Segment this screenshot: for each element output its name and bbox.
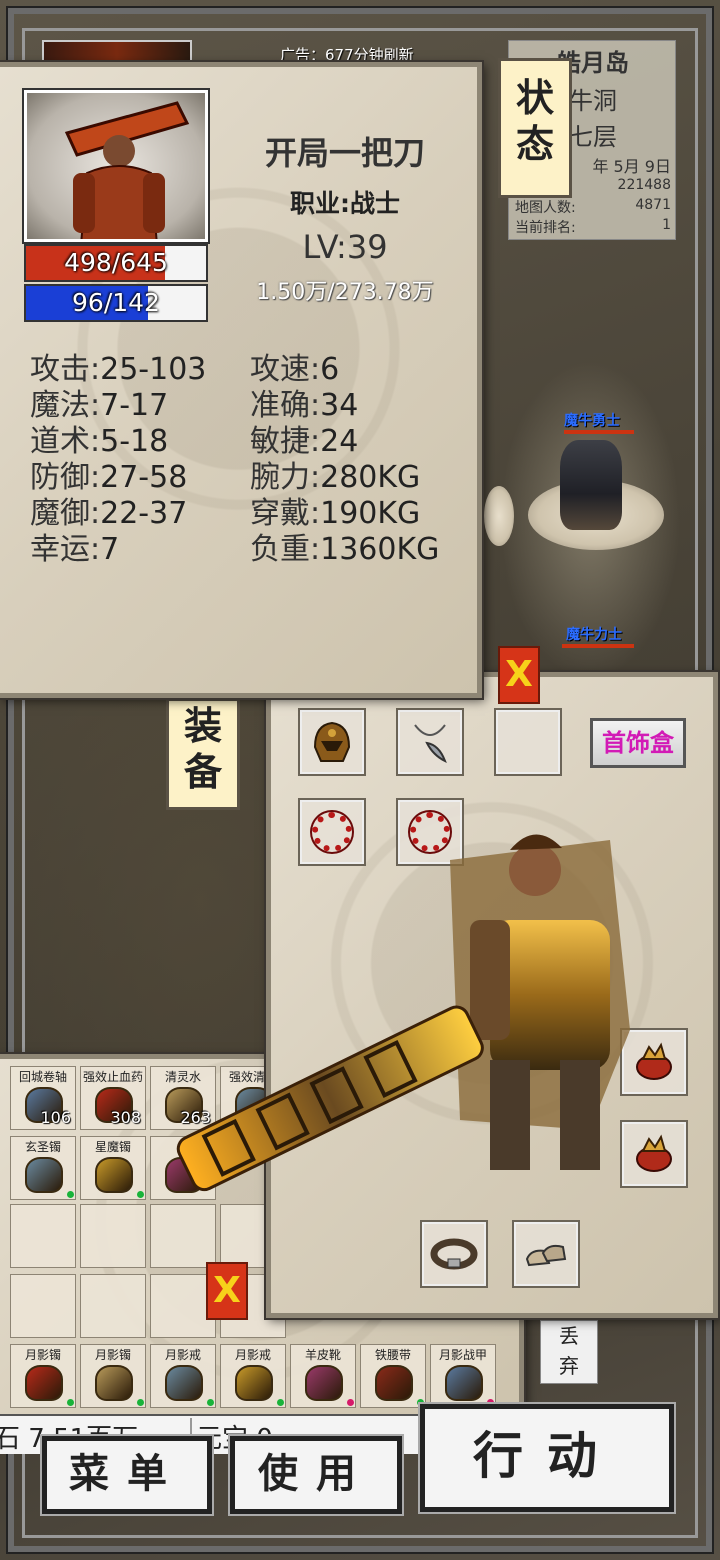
item-quality-dot: [347, 1399, 354, 1406]
inventory-slot[interactable]: 月影战甲: [430, 1344, 496, 1408]
inventory-item-name: 月影镯: [94, 1348, 131, 1362]
inventory-item-name: 星魔镯: [94, 1140, 131, 1154]
inventory-item-name: 玄圣镯: [24, 1140, 61, 1154]
inventory-slot[interactable]: [150, 1204, 216, 1268]
inventory-slot[interactable]: 月影戒: [150, 1344, 216, 1408]
item-quality-dot: [137, 1191, 144, 1198]
helmet-icon: [313, 721, 351, 762]
equipment-tab[interactable]: 装备: [166, 698, 240, 810]
item-quality-dot: [67, 1399, 74, 1406]
item-icon: [445, 1365, 483, 1401]
jewel-box-button[interactable]: 首饰盒: [590, 718, 686, 768]
inventory-slot[interactable]: [10, 1204, 76, 1268]
map-row-players: 地图人数: 4871: [515, 197, 671, 216]
monster-platform-2: [484, 486, 514, 546]
inventory-slot[interactable]: [10, 1274, 76, 1338]
inventory-slot[interactable]: 羊皮靴: [290, 1344, 356, 1408]
character-level: LV:39: [302, 228, 388, 266]
item-icon: [25, 1157, 63, 1193]
inventory-close-button[interactable]: X: [206, 1262, 248, 1320]
inventory-slot[interactable]: 玄圣镯: [10, 1136, 76, 1200]
stat-row: 幸运:7: [30, 532, 120, 567]
boots-icon: [525, 1244, 567, 1267]
inventory-slot[interactable]: 星魔镯: [80, 1136, 146, 1200]
map-row-rank: 当前排名: 1: [515, 217, 671, 236]
inventory-slot[interactable]: 回城卷轴 106: [10, 1066, 76, 1130]
inventory-slot[interactable]: 强效止血药 308: [80, 1066, 146, 1130]
stat-row: 负重:1360KG: [250, 532, 440, 567]
menu-button[interactable]: 菜单: [40, 1434, 214, 1516]
item-icon: [25, 1365, 63, 1401]
character-exp: 1.50万/273.78万: [256, 280, 434, 305]
equip-slot-empty[interactable]: [494, 708, 562, 776]
status-tab[interactable]: 状态: [498, 58, 572, 198]
equip-slot-belt[interactable]: [420, 1220, 488, 1288]
inventory-slot[interactable]: 月影镯: [10, 1344, 76, 1408]
mp-bar: 96/142: [24, 284, 208, 322]
inventory-item-name: 月影戒: [234, 1348, 271, 1362]
monster-name-tag: 魔牛力士: [566, 627, 622, 643]
equipment-close-button[interactable]: X: [498, 646, 540, 704]
inventory-slot[interactable]: [80, 1204, 146, 1268]
inventory-item-count: 308: [110, 1108, 141, 1127]
inventory-item-name: 月影镯: [24, 1348, 61, 1362]
action-button[interactable]: 行动: [418, 1402, 676, 1514]
item-quality-dot: [207, 1399, 214, 1406]
discard-button[interactable]: 丢弃: [540, 1320, 598, 1384]
equip-slot-boots[interactable]: [512, 1220, 580, 1288]
item-quality-dot: [137, 1399, 144, 1406]
mp-text: 96/142: [72, 288, 160, 317]
hp-bar: 498/645: [24, 244, 208, 282]
necklace-icon: [414, 724, 447, 764]
monster-name-tag: 魔牛勇士: [564, 413, 620, 429]
warrior-portrait-icon: [64, 101, 190, 239]
inventory-item-count: 106: [40, 1108, 71, 1127]
character-job: 职业:战士: [290, 189, 400, 218]
character-name: 开局一把刀: [264, 134, 425, 172]
inventory-item-name: 月影戒: [164, 1348, 201, 1362]
inventory-item-name: 回城卷轴: [18, 1070, 67, 1084]
inventory-slot[interactable]: 月影戒: [220, 1344, 286, 1408]
inventory-item-name: 铁腰带: [374, 1348, 411, 1362]
hp-text: 498/645: [64, 248, 168, 277]
inventory-slot[interactable]: [80, 1274, 146, 1338]
use-button[interactable]: 使用: [228, 1434, 404, 1516]
inventory-item-name: 羊皮靴: [304, 1348, 341, 1362]
equip-slot-helmet[interactable]: [298, 708, 366, 776]
equip-slot-necklace[interactable]: [396, 708, 464, 776]
item-icon: [165, 1365, 203, 1401]
inventory-slot[interactable]: 铁腰带: [360, 1344, 426, 1408]
inventory-item-name: 月影战甲: [438, 1348, 487, 1362]
inventory-slot[interactable]: 月影镯: [80, 1344, 146, 1408]
monster-hp-bar: [562, 644, 634, 648]
item-icon: [235, 1365, 273, 1401]
character-portrait: [22, 88, 210, 244]
item-quality-dot: [277, 1399, 284, 1406]
item-icon: [95, 1157, 133, 1193]
item-icon: [375, 1365, 413, 1401]
item-quality-dot: [67, 1191, 74, 1198]
item-icon: [95, 1365, 133, 1401]
equipped-character-figure: [176, 834, 630, 1192]
inventory-item-name: 强效止血药: [82, 1070, 143, 1084]
item-icon: [305, 1365, 343, 1401]
monster-sprite[interactable]: [560, 440, 622, 530]
monster-hp-bar: [564, 430, 634, 434]
belt-icon: [430, 1238, 478, 1270]
